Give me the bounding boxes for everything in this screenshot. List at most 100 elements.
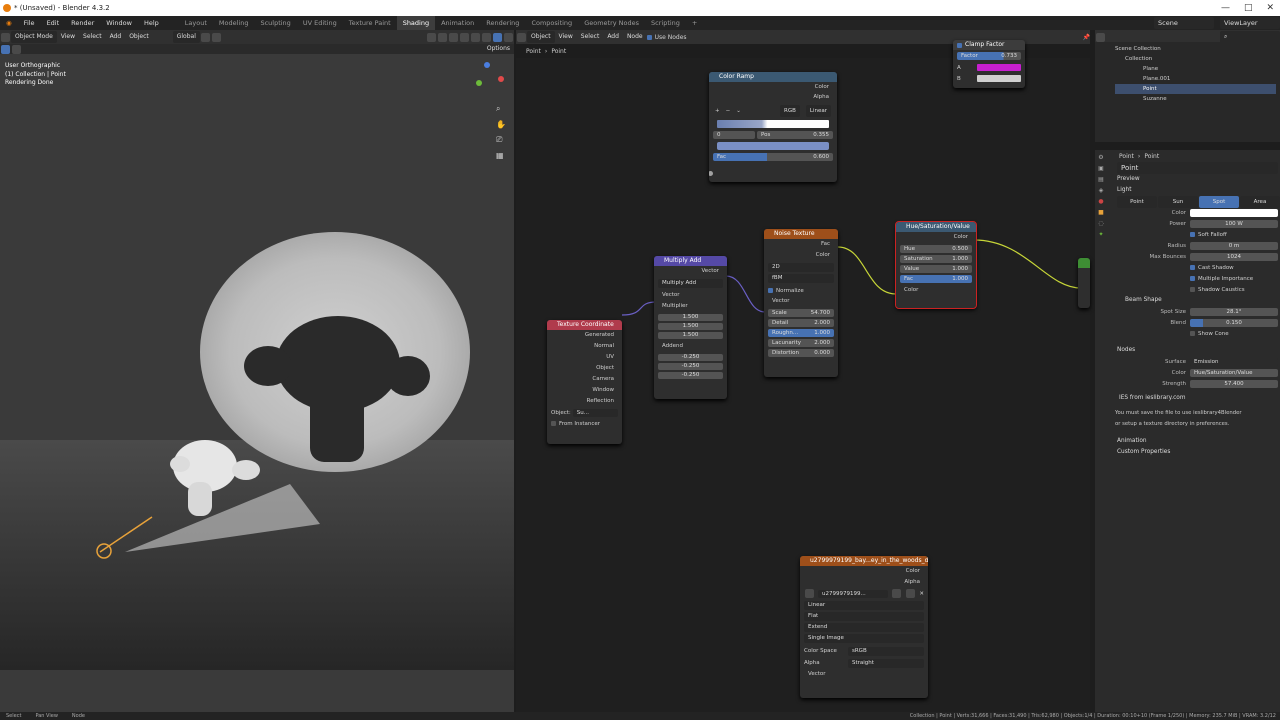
addend-y[interactable]: -0.250 (658, 363, 723, 370)
multiple-importance-checkbox[interactable]: Multiple Importance (1198, 276, 1253, 282)
material-shading-icon[interactable] (482, 32, 491, 42)
addend-x[interactable]: -0.250 (658, 354, 723, 361)
proportional-edit-icon[interactable] (211, 32, 221, 42)
color-space-dropdown[interactable]: sRGB (848, 646, 924, 656)
radius-field[interactable]: 0 m (1190, 241, 1278, 250)
surface-field[interactable]: Emission (1190, 357, 1278, 366)
rendered-shading-icon[interactable] (493, 32, 502, 42)
max-bounces-field[interactable]: 1024 (1190, 252, 1278, 261)
node-emission-partial[interactable] (1078, 258, 1090, 308)
tab-compositing[interactable]: Compositing (525, 16, 578, 30)
hue-field[interactable]: Hue 0.500 (900, 245, 972, 253)
operation-dropdown[interactable]: Multiply Add (658, 279, 723, 288)
render-tab-icon[interactable]: ▣ (1098, 165, 1104, 172)
gizmo-icon[interactable] (438, 32, 447, 42)
node-noise-texture[interactable]: Noise Texture Fac Color 2D fBM Normalize… (764, 229, 838, 377)
select-mode-icon[interactable] (12, 44, 21, 54)
use-nodes-checkbox[interactable] (646, 34, 652, 40)
addend-z[interactable]: -0.250 (658, 372, 723, 379)
maximize-icon[interactable]: □ (1244, 0, 1253, 16)
factor-field[interactable]: Factor 0.733 (957, 52, 1021, 60)
stop-index-field[interactable]: 0 (713, 131, 755, 139)
section-animation[interactable]: Animation (1095, 436, 1280, 447)
light-type-spot[interactable]: Spot (1199, 195, 1239, 208)
normalize-checkbox[interactable]: Normalize (776, 288, 804, 294)
tab-animation[interactable]: Animation (435, 16, 480, 30)
zoom-icon[interactable]: ⌕ (496, 104, 506, 114)
minimize-icon[interactable]: — (1221, 0, 1230, 16)
snap-icon[interactable] (200, 32, 210, 42)
color-b-swatch[interactable] (977, 75, 1021, 82)
ramp-menu-button[interactable]: ⌄ (736, 108, 741, 114)
blender-menu-icon[interactable]: ◉ (0, 16, 18, 30)
node-texture-coordinate[interactable]: Texture Coordinate Generated Normal UV O… (547, 320, 622, 444)
menu-file[interactable]: File (18, 16, 41, 30)
section-preview[interactable]: Preview (1095, 174, 1280, 185)
section-beam-shape[interactable]: Beam Shape (1095, 295, 1280, 306)
solid-shading-icon[interactable] (471, 32, 480, 42)
grid-view-icon[interactable]: ▦ (496, 151, 506, 160)
alpha-dropdown[interactable]: Straight (848, 658, 924, 668)
viewport-menu-select[interactable]: Select (79, 31, 106, 43)
tab-modeling[interactable]: Modeling (213, 16, 255, 30)
color-mode-dropdown[interactable]: RGB (780, 105, 800, 117)
tab-shading[interactable]: Shading (396, 16, 436, 30)
source-dropdown[interactable]: Single Image (804, 634, 924, 643)
stop-color-swatch[interactable] (717, 142, 829, 150)
section-nodes[interactable]: Nodes (1095, 345, 1280, 356)
roughness-field[interactable]: Roughn... 1.000 (768, 329, 834, 337)
light-name-field[interactable]: Point (1117, 162, 1278, 174)
tab-uv-editing[interactable]: UV Editing (297, 16, 343, 30)
navigation-gizmo[interactable] (472, 62, 508, 98)
tab-sculpting[interactable]: Sculpting (254, 16, 296, 30)
strength-field[interactable]: 57.400 (1190, 379, 1278, 388)
outliner-type-icon[interactable] (1096, 32, 1105, 42)
view-layer-selector[interactable]: ViewLayer (1220, 17, 1280, 29)
outliner-item-collection[interactable]: Collection (1115, 54, 1276, 64)
editor-type-icon[interactable] (1, 32, 10, 42)
section-ies[interactable]: IES from ieslibrary.com (1095, 393, 1280, 404)
outliner[interactable]: Scene Collection Collection Plane Plane.… (1095, 42, 1280, 142)
light-type-point[interactable]: Point (1117, 195, 1157, 208)
object-field[interactable]: Su... (572, 408, 618, 417)
light-type-sun[interactable]: Sun (1158, 195, 1198, 208)
tool-tab-icon[interactable]: ⚙ (1098, 154, 1103, 161)
menu-edit[interactable]: Edit (41, 16, 66, 30)
section-light[interactable]: Light (1095, 185, 1280, 196)
viewport-menu-view[interactable]: View (57, 31, 79, 43)
light-color-swatch[interactable] (1190, 208, 1278, 217)
outliner-item-plane-001[interactable]: Plane.001 (1115, 74, 1276, 84)
shadow-caustics-checkbox[interactable]: Shadow Caustics (1198, 287, 1245, 293)
scale-field[interactable]: Scale 54.700 (768, 309, 834, 317)
detail-field[interactable]: Detail 2.000 (768, 319, 834, 327)
wireframe-shading-icon[interactable] (460, 32, 469, 42)
tab-geometry-nodes[interactable]: Geometry Nodes (578, 16, 645, 30)
extension-dropdown[interactable]: Extend (804, 623, 924, 632)
pause-render-icon[interactable] (504, 32, 513, 42)
fake-user-icon[interactable] (892, 589, 902, 598)
noise-type-dropdown[interactable]: fBM (768, 274, 834, 283)
tab-rendering[interactable]: Rendering (480, 16, 525, 30)
outliner-item-point[interactable]: Point (1115, 84, 1276, 94)
orientation-selector[interactable]: Global (172, 31, 200, 43)
3d-viewport[interactable]: ⌕ ✋ ⎚ ▦ (0, 54, 514, 712)
outliner-item-suzanne[interactable]: Suzanne (1115, 94, 1276, 104)
node-clamp-factor[interactable]: Clamp Factor Factor 0.733 A B (953, 40, 1025, 88)
multiplier-z[interactable]: 1.500 (658, 332, 723, 339)
node-color-field[interactable]: Hue/Saturation/Value (1190, 368, 1278, 377)
node-color-ramp[interactable]: Color Ramp Color Alpha + − ⌄ RGB Linear … (709, 72, 837, 182)
node-hue-saturation-value[interactable]: Hue/Saturation/Value Color Hue 0.500 Satu… (895, 221, 977, 309)
physics-tab-icon[interactable]: ◌ (1098, 220, 1103, 227)
object-tab-icon[interactable]: ■ (1098, 209, 1104, 216)
scene-selector[interactable]: Scene (1154, 17, 1214, 29)
projection-dropdown[interactable]: Flat (804, 612, 924, 621)
power-field[interactable]: 100 W (1190, 219, 1278, 228)
outliner-item-scene-collection[interactable]: Scene Collection (1115, 44, 1276, 54)
dimensions-dropdown[interactable]: 2D (768, 263, 834, 272)
from-instancer-checkbox[interactable]: From Instancer (559, 421, 600, 427)
fac-field[interactable]: Fac 1.000 (900, 275, 972, 283)
value-field[interactable]: Value 1.000 (900, 265, 972, 273)
menu-render[interactable]: Render (65, 16, 100, 30)
light-data-tab-icon[interactable]: ✦ (1098, 231, 1103, 238)
tab-layout[interactable]: Layout (179, 16, 213, 30)
